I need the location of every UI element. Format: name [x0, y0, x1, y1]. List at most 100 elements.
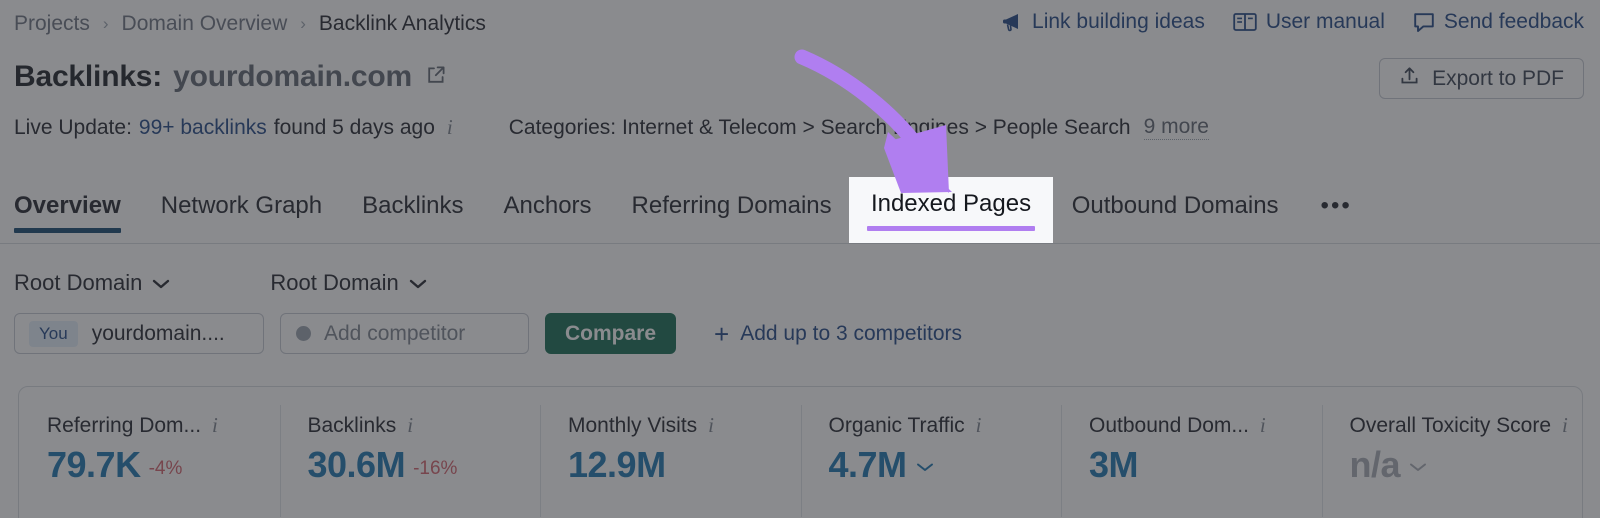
metric-organic-traffic: Organic Traffic i 4.7M — [800, 387, 1062, 518]
meta-row: Live Update: 99+ backlinks found 5 days … — [14, 115, 1209, 140]
plus-icon: + — [714, 318, 730, 349]
metric-referring-domains: Referring Dom... i 79.7K -4% — [19, 387, 280, 518]
book-icon — [1233, 11, 1257, 33]
external-link-icon[interactable] — [425, 64, 447, 91]
metric-delta: -4% — [148, 458, 183, 479]
metric-value: 3M — [1089, 444, 1139, 485]
metric-value: 12.9M — [568, 444, 666, 485]
upload-icon — [1399, 65, 1420, 92]
metric-value-row: 79.7K -4% — [47, 447, 280, 483]
breadcrumb-item-domain-overview[interactable]: Domain Overview — [122, 12, 288, 36]
metric-outbound-domains: Outbound Dom... i 3M — [1061, 387, 1322, 518]
compare-button[interactable]: Compare — [545, 313, 677, 354]
root-domain-left-label: Root Domain — [14, 270, 143, 295]
export-to-pdf-button[interactable]: Export to PDF — [1379, 58, 1584, 99]
send-feedback-label: Send feedback — [1443, 10, 1584, 33]
info-icon[interactable]: i — [1562, 413, 1568, 438]
chevron-down-icon — [409, 270, 427, 296]
metric-label-row: Organic Traffic i — [829, 413, 1062, 438]
competitor-color-dot-icon — [296, 326, 311, 341]
breadcrumb: Projects › Domain Overview › Backlink An… — [14, 12, 486, 36]
chevron-down-icon[interactable] — [915, 460, 935, 483]
live-update-rest: found 5 days ago — [273, 115, 435, 139]
live-update-count-link[interactable]: 99+ backlinks — [139, 116, 267, 140]
tab-backlinks[interactable]: Backlinks — [342, 184, 483, 220]
tab-outbound-domains[interactable]: Outbound Domains — [1052, 184, 1299, 220]
you-badge: You — [29, 320, 78, 347]
metric-value-row: 12.9M — [568, 447, 801, 483]
root-domain-selector-right[interactable]: Root Domain — [270, 270, 426, 296]
info-icon[interactable]: i — [212, 413, 218, 438]
tabs: Overview Network Graph Backlinks Anchors… — [14, 184, 1352, 244]
metric-monthly-visits: Monthly Visits i 12.9M — [540, 387, 801, 518]
categories-more-link[interactable]: 9 more — [1143, 115, 1209, 140]
page-content: Projects › Domain Overview › Backlink An… — [0, 0, 1600, 518]
highlighted-tab-indexed-pages[interactable]: Indexed Pages — [849, 177, 1053, 243]
live-update: Live Update: 99+ backlinks found 5 days … — [14, 115, 453, 140]
page-title: Backlinks: yourdomain.com — [14, 60, 447, 94]
metric-value-row: n/a — [1350, 447, 1583, 483]
link-building-ideas-link[interactable]: Link building ideas — [1001, 10, 1205, 34]
add-competitor-input[interactable]: Add competitor — [280, 313, 529, 354]
metrics-card: Referring Dom... i 79.7K -4% Backlinks i… — [18, 386, 1583, 518]
send-feedback-link[interactable]: Send feedback — [1413, 10, 1584, 34]
user-manual-link[interactable]: User manual — [1233, 10, 1385, 34]
tab-overview[interactable]: Overview — [14, 184, 141, 233]
metric-label: Organic Traffic — [828, 413, 965, 437]
user-manual-label: User manual — [1265, 10, 1385, 33]
metric-label-row: Monthly Visits i — [568, 413, 801, 438]
metric-backlinks: Backlinks i 30.6M -16% — [279, 387, 541, 518]
metric-label: Referring Dom... — [47, 413, 202, 437]
page-title-prefix: Backlinks: — [14, 60, 163, 93]
tabs-overflow-button[interactable]: ••• — [1299, 184, 1352, 220]
metric-label-row: Referring Dom... i — [47, 413, 280, 438]
metric-label: Overall Toxicity Score — [1349, 413, 1552, 437]
tab-anchors[interactable]: Anchors — [484, 184, 612, 220]
chevron-down-icon — [152, 270, 170, 296]
header-links: Link building ideas User manual Send fee… — [1001, 10, 1584, 34]
scope-selectors: Root Domain Root Domain — [14, 270, 427, 296]
page-title-domain: yourdomain.com — [173, 60, 412, 93]
info-icon[interactable]: i — [976, 413, 982, 438]
metric-overall-toxicity-score: Overall Toxicity Score i n/a — [1321, 387, 1583, 518]
metric-label: Backlinks — [307, 413, 397, 437]
metric-value-row: 4.7M — [829, 447, 1062, 483]
app-root: Projects › Domain Overview › Backlink An… — [0, 0, 1600, 518]
highlight-underline — [867, 226, 1035, 231]
add-competitors-link[interactable]: + Add up to 3 competitors — [714, 321, 962, 347]
root-domain-right-label: Root Domain — [270, 270, 399, 295]
your-domain-value: yourdomain.... — [91, 321, 225, 345]
link-building-ideas-label: Link building ideas — [1032, 10, 1205, 33]
metric-value-row: 3M — [1089, 447, 1322, 483]
metric-label-row: Outbound Dom... i — [1089, 413, 1322, 438]
your-domain-input[interactable]: You yourdomain.... — [14, 313, 264, 354]
root-domain-selector-left[interactable]: Root Domain — [14, 270, 170, 296]
info-icon[interactable]: i — [708, 413, 714, 438]
tabs-bar: Overview Network Graph Backlinks Anchors… — [0, 184, 1600, 244]
breadcrumb-item-backlink-analytics[interactable]: Backlink Analytics — [319, 12, 486, 36]
export-to-pdf-label: Export to PDF — [1432, 66, 1564, 90]
metric-label-row: Overall Toxicity Score i — [1350, 413, 1583, 438]
metric-value: 79.7K — [47, 444, 141, 485]
breadcrumb-item-projects[interactable]: Projects — [14, 12, 90, 36]
categories: Categories: Internet & Telecom > Search … — [509, 115, 1209, 140]
info-icon[interactable]: i — [407, 413, 413, 438]
metric-label: Monthly Visits — [568, 413, 698, 437]
tab-referring-domains[interactable]: Referring Domains — [612, 184, 852, 220]
chat-icon — [1413, 11, 1435, 33]
add-competitor-placeholder: Add competitor — [324, 321, 466, 345]
megaphone-icon — [1001, 11, 1023, 33]
info-icon[interactable]: i — [447, 115, 453, 140]
breadcrumb-separator-icon: › — [102, 14, 109, 33]
info-icon[interactable]: i — [1260, 413, 1266, 438]
metric-value: 4.7M — [828, 444, 908, 485]
tab-network-graph[interactable]: Network Graph — [141, 184, 342, 220]
metric-value-row: 30.6M -16% — [308, 447, 541, 483]
highlighted-tab-label: Indexed Pages — [870, 190, 1032, 217]
breadcrumb-separator-icon: › — [300, 14, 306, 33]
live-update-label: Live Update: — [14, 115, 132, 139]
metric-label-row: Backlinks i — [308, 413, 541, 438]
metric-label: Outbound Dom... — [1089, 413, 1249, 437]
metric-delta: -16% — [413, 458, 458, 479]
chevron-down-icon[interactable] — [1408, 460, 1428, 483]
